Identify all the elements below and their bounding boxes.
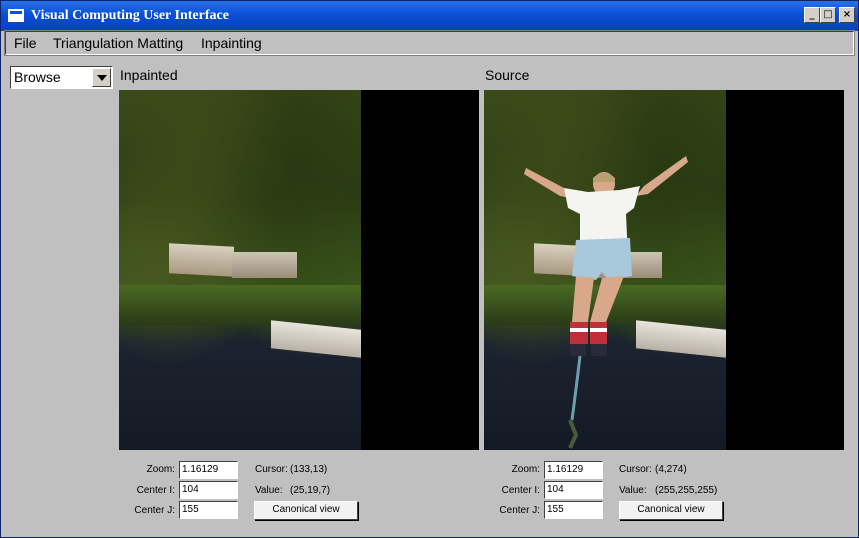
mode-select[interactable]: Browse [10,66,113,89]
inpainted-value-label: Value: [255,485,283,496]
source-center-i-input[interactable]: 104 [544,481,603,499]
inpainted-canonical-view-button[interactable]: Canonical view [254,501,358,520]
source-zoom-input[interactable]: 1.16129 [544,461,603,479]
source-cursor-label: Cursor: [619,464,652,475]
source-cursor-value: (4,274) [655,464,687,475]
source-image-viewport[interactable] [484,90,844,450]
menu-inpainting[interactable]: Inpainting [201,35,262,51]
inpainted-center-j-input[interactable]: 155 [179,501,238,519]
source-panel-label: Source [485,67,530,83]
source-pixel-value: (255,255,255) [655,485,718,496]
house [232,252,297,278]
mode-select-value: Browse [14,69,61,85]
menu-triangulation-matting[interactable]: Triangulation Matting [53,35,183,51]
window-title: Visual Computing User Interface [31,8,229,23]
bungee-jumper-figure [524,156,688,449]
source-image [484,90,726,450]
source-center-j-input[interactable]: 155 [544,501,603,519]
source-center-i-label: Center I: [501,485,540,496]
inpainted-cursor-label: Cursor: [255,464,288,475]
close-button[interactable]: × [839,7,855,23]
inpainted-center-i-label: Center I: [136,485,175,496]
inpainted-image-viewport[interactable] [119,90,479,450]
inpainted-image [119,90,361,450]
inpainted-center-j-label: Center J: [134,505,175,516]
maximize-button[interactable]: □ [820,7,836,23]
inpainted-center-i-input[interactable]: 104 [179,481,238,499]
source-canonical-view-button[interactable]: Canonical view [619,501,723,520]
house [169,243,234,277]
inpainted-pixel-value: (25,19,7) [290,485,331,496]
shoreline [119,285,361,325]
title-bar[interactable]: Visual Computing User Interface _ □ × [1,1,858,31]
menu-bar: File Triangulation Matting Inpainting [4,30,855,56]
menu-file[interactable]: File [14,35,37,51]
inpainted-zoom-input[interactable]: 1.16129 [179,461,238,479]
source-value-label: Value: [619,485,647,496]
source-zoom-label: Zoom: [511,464,540,475]
dock [271,320,361,358]
app-icon [8,9,24,22]
source-center-j-label: Center J: [499,505,540,516]
inpainted-zoom-label: Zoom: [146,464,175,475]
chevron-down-icon[interactable] [92,68,111,87]
inpainted-cursor-value: (133,13) [290,464,328,475]
app-window: Visual Computing User Interface _ □ × Fi… [0,0,859,538]
inpainted-panel-label: Inpainted [120,67,178,83]
minimize-button[interactable]: _ [804,7,820,23]
